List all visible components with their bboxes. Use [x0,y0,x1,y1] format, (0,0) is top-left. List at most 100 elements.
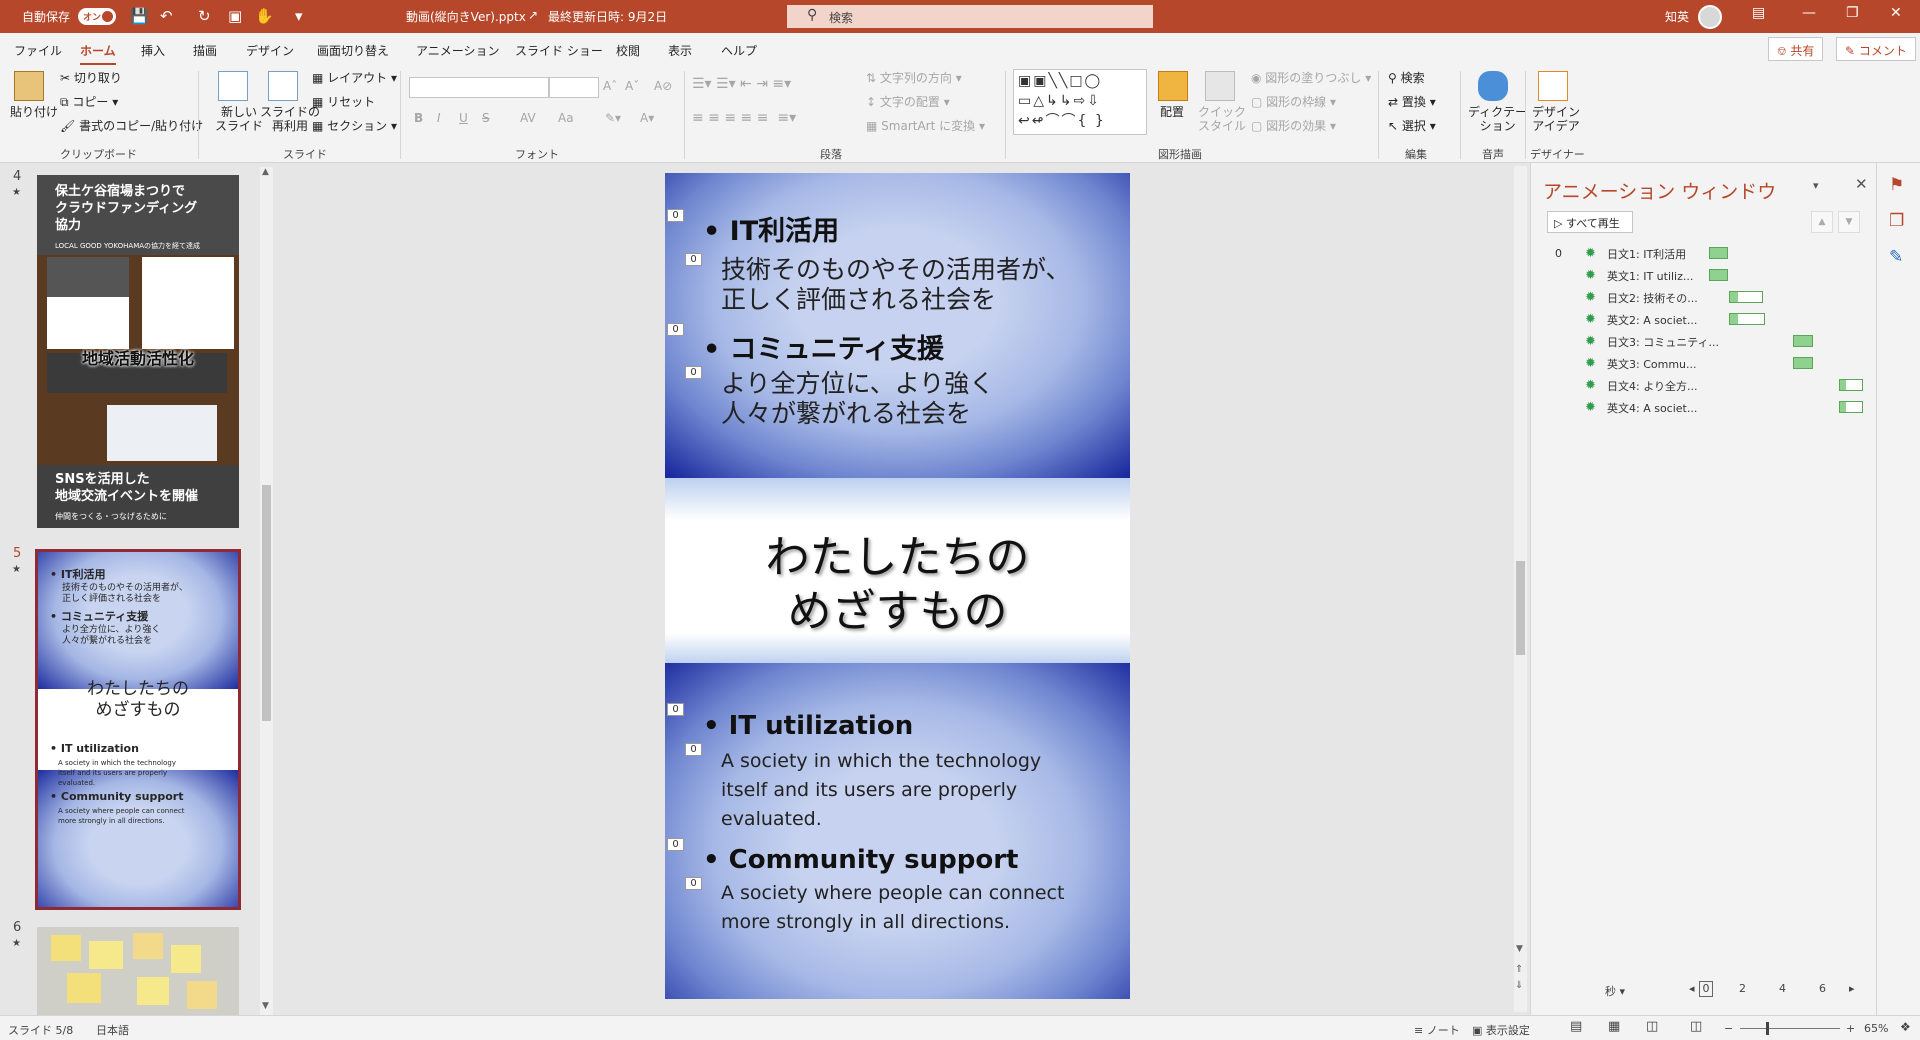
shape-fill-button[interactable]: ◉ 図形の塗りつぶし ▾ [1251,71,1371,85]
slideshow-view-icon[interactable]: ◫ [1690,1019,1702,1034]
normal-view-icon[interactable]: ▤ [1570,1019,1582,1034]
tab-file[interactable]: ファイル [14,42,62,59]
zoom-slider-thumb[interactable] [1766,1022,1769,1035]
arrange-button[interactable]: 配置 [1160,105,1184,119]
jp-heading-1[interactable]: • IT利活用 [703,209,839,248]
jp-body-2[interactable]: より全方位に、より強く 人々が繋がれる社会を [721,369,994,429]
char-spacing-button[interactable]: AV [520,111,536,125]
microphone-icon[interactable] [1478,71,1508,101]
canvas-scrollbar[interactable]: ▼ ⇑ ⇓ [1514,166,1527,1012]
tab-view[interactable]: 表示 [668,42,692,59]
bold-button[interactable]: B [414,111,423,125]
timeline-right-icon[interactable]: ▸ [1849,982,1855,995]
anim-order-tag[interactable]: 0 [667,209,684,222]
save-icon[interactable]: 💾 [130,6,149,26]
center-title[interactable]: わたしたちの めざすもの [665,531,1130,639]
selection-pane-icon[interactable]: ❐ [1889,211,1904,231]
next-slide-icon[interactable]: ⇓ [1515,980,1523,991]
underline-button[interactable]: U [459,111,468,125]
timeline-ruler[interactable]: ◂ 0 2 4 6 ▸ [1689,981,1861,999]
slideshow-start-icon[interactable]: ▣ [228,6,242,26]
move-up-icon[interactable]: ▲ [1811,211,1833,233]
thumbnail-scrollbar[interactable]: ▲ ▼ [260,167,273,1015]
zoom-in-icon[interactable]: + [1846,1022,1855,1035]
paste-icon[interactable] [14,71,44,101]
font-shrink-icon[interactable]: Aˇ [625,79,639,93]
tab-slideshow[interactable]: スライド ショー [515,42,603,59]
anim-order-tag[interactable]: 0 [667,703,684,716]
font-size-select[interactable] [549,77,599,98]
clear-format-icon[interactable]: A⊘ [654,79,672,93]
animation-pane-icon[interactable]: ⚑ [1889,175,1904,195]
timing-bar[interactable] [1709,269,1728,281]
reuse-slides-icon[interactable] [268,71,298,101]
bullets-icon[interactable]: ☰▾ ☰▾ ⇤ ⇥ ≡▾ [692,77,791,91]
animation-item[interactable]: ✹ 日文2: 技術その... [1531,287,1851,307]
smartart-button[interactable]: ▦ SmartArt に変換 ▾ [866,119,985,133]
highlight-icon[interactable]: ✎▾ [605,111,621,125]
timing-bar[interactable] [1729,313,1765,325]
dictate-button[interactable]: ディクテー ション [1468,105,1527,133]
tab-home[interactable]: ホーム [80,42,116,66]
animation-item[interactable]: ✹ 英文1: IT utiliz... [1531,265,1851,285]
tab-draw[interactable]: 描画 [193,42,217,59]
share-button[interactable]: ⎊ 共有 [1768,37,1824,61]
tab-help[interactable]: ヘルプ [721,42,757,59]
reset-button[interactable]: ▦ リセット [312,95,375,109]
reuse-slides-button[interactable]: スライドの 再利用 [260,105,320,133]
en-heading-2[interactable]: • Community support [703,845,1018,875]
font-color-icon[interactable]: A▾ [640,111,654,125]
seconds-select[interactable]: 秒 ▾ [1605,983,1625,999]
ribbon-display-icon[interactable]: ▤ [1752,5,1765,21]
anim-order-tag[interactable]: 0 [667,838,684,851]
zoom-level[interactable]: 65% [1864,1022,1888,1035]
font-family-select[interactable] [409,77,549,98]
en-heading-1[interactable]: • IT utilization [703,711,913,741]
layout-button[interactable]: ▦ レイアウト ▾ [312,71,397,85]
anim-order-tag[interactable]: 0 [667,323,684,336]
italic-button[interactable]: I [437,111,441,125]
timing-bar[interactable] [1793,357,1813,369]
prev-slide-icon[interactable]: ⇑ [1515,964,1523,975]
shape-outline-button[interactable]: ▢ 図形の枠線 ▾ [1251,95,1336,109]
tab-insert[interactable]: 挿入 [141,42,165,59]
autosave-toggle[interactable]: オン [78,8,116,25]
timing-bar[interactable] [1729,291,1763,303]
minimize-icon[interactable]: — [1802,5,1816,21]
user-avatar[interactable] [1698,5,1722,29]
animation-item[interactable]: ✹ 英文3: Commu... [1531,353,1851,373]
new-slide-button[interactable]: 新しい スライド [215,105,263,133]
replace-button[interactable]: ⇄ 置換 ▾ [1388,95,1436,109]
thumbnail-scroll-thumb[interactable] [262,485,271,721]
timing-bar[interactable] [1839,379,1863,391]
animation-item[interactable]: ✹ 日文3: コミュニティ... [1531,331,1851,351]
tab-transitions[interactable]: 画面切り替え [317,42,389,59]
change-case-button[interactable]: Aa [558,111,574,125]
move-down-icon[interactable]: ▼ [1838,211,1860,233]
zoom-slider[interactable] [1740,1028,1840,1029]
zoom-out-icon[interactable]: − [1724,1022,1733,1035]
canvas-scroll-thumb[interactable] [1516,561,1525,655]
tab-review[interactable]: 校閲 [616,42,640,59]
close-icon[interactable]: ✕ [1890,5,1902,21]
comment-button[interactable]: ✎ コメント [1836,37,1916,61]
display-settings-button[interactable]: ▣ 表示設定 [1472,1022,1530,1038]
touch-mode-icon[interactable]: ✋ [255,6,274,26]
format-pane-icon[interactable]: ✎ [1889,247,1903,267]
scroll-down-icon[interactable]: ▼ [1516,944,1523,954]
animation-item[interactable]: ✹ 日文1: IT利活用 [1531,243,1851,263]
anim-order-tag[interactable]: 0 [685,877,702,890]
arrange-icon[interactable] [1158,71,1188,101]
find-button[interactable]: ⚲ 検索 [1388,71,1425,85]
text-direction-button[interactable]: ⇅ 文字列の方向 ▾ [866,71,962,85]
scroll-up-icon[interactable]: ▲ [262,167,269,177]
paste-button[interactable]: 貼り付け [10,105,58,119]
section-button[interactable]: ▦ セクション ▾ [312,119,397,133]
select-button[interactable]: ↖ 選択 ▾ [1388,119,1436,133]
redo-icon[interactable]: ↻ [198,6,211,26]
animation-item[interactable]: ✹ 英文4: A societ... [1531,397,1863,417]
anim-order-tag[interactable]: 0 [685,743,702,756]
align-text-button[interactable]: ↕ 文字の配置 ▾ [866,95,950,109]
notes-button[interactable]: ≡ ノート [1414,1022,1460,1038]
shapes-gallery[interactable]: ▣▣╲╲□◯ ▭△↳↳⇨⇩ ↩↫⌒⌒{ } [1013,69,1147,135]
